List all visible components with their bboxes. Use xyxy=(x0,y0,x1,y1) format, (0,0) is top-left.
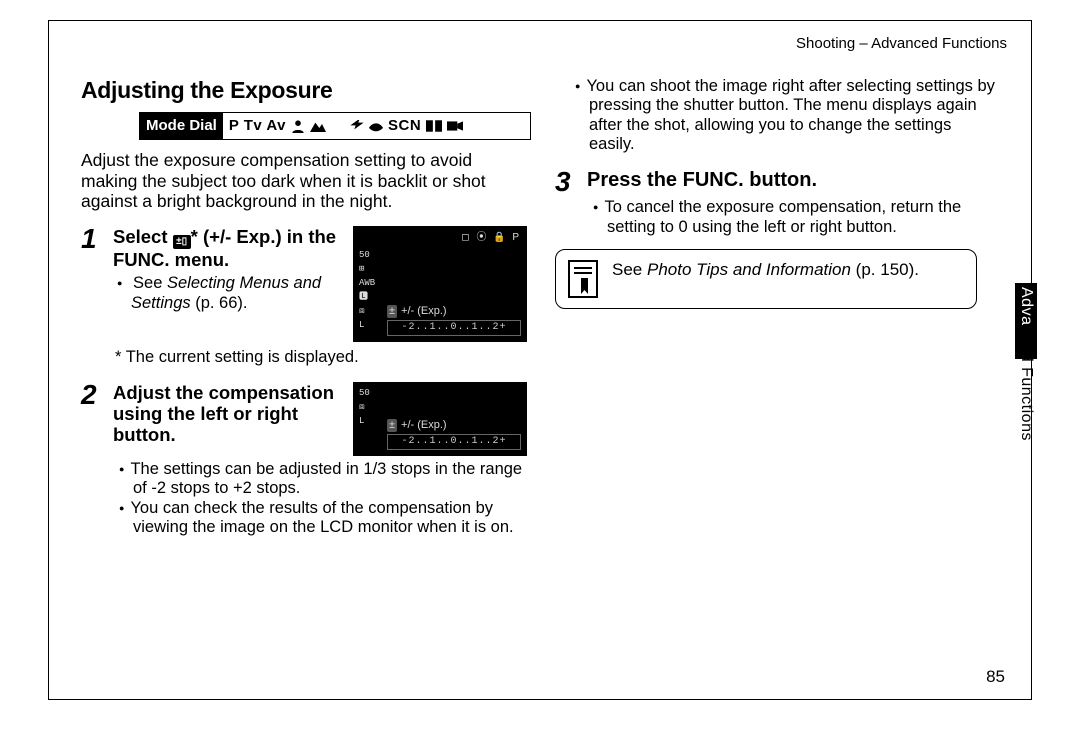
step-3-body: Press the FUNC. button. xyxy=(587,169,1001,194)
step-1-title: Select ±▯* (+/- Exp.) in the FUNC. menu. xyxy=(113,226,343,270)
step-1-footnote: * The current setting is displayed. xyxy=(115,348,527,368)
side-tab-text: Advanced Functions xyxy=(1017,287,1035,441)
step-3-bullet: To cancel the exposure compensation, ret… xyxy=(607,198,1001,237)
slow-shutter-icon xyxy=(369,120,383,132)
section-title: Adjusting the Exposure xyxy=(81,77,527,104)
step-3-bullets: To cancel the exposure compensation, ret… xyxy=(589,198,1001,237)
step-2-bullet-1: The settings can be adjusted in 1/3 stop… xyxy=(133,460,527,499)
lcd-exp-label: ±+/- (Exp.) xyxy=(387,305,447,318)
fast-shutter-icon xyxy=(350,120,364,132)
step-3: 3 Press the FUNC. button. xyxy=(555,169,1001,194)
page-header: Shooting – Advanced Functions xyxy=(796,35,1007,52)
step-1-body: Select ±▯* (+/- Exp.) in the FUNC. menu.… xyxy=(113,226,343,342)
stitch-assist-icon xyxy=(426,120,442,132)
mode-dial-label: Mode Dial xyxy=(140,113,223,139)
lcd-left-icons: 50 ⊞ AWB 🅻 ⧈ L xyxy=(359,248,375,332)
lcd-screenshot-2: 50 ⧈ L ±+/- (Exp.) -2..1..0..1..2+ xyxy=(353,382,527,456)
step-2-bullets: The settings can be adjusted in 1/3 stop… xyxy=(115,460,527,538)
memo-icon xyxy=(568,260,598,298)
col2-top-bullet: You can shoot the image right after sele… xyxy=(555,77,1001,155)
step-1-bullet: See Selecting Menus and Settings (p. 66)… xyxy=(131,274,343,313)
mode-text: P Tv Av xyxy=(229,117,286,135)
step-2: 2 Adjust the compensation using the left… xyxy=(81,382,527,456)
lcd-scale: -2..1..0..1..2+ xyxy=(387,320,521,336)
lcd-screenshot-1: ◻ ⦿ 🔒 P 50 ⊞ AWB 🅻 ⧈ L ±+/- (Exp.) -2..1… xyxy=(353,226,527,342)
lcd-exp-label-2: ±+/- (Exp.) xyxy=(387,419,447,432)
step-1: 1 Select ±▯* (+/- Exp.) in the FUNC. men… xyxy=(81,226,527,342)
intro-text: Adjust the exposure compensation setting… xyxy=(81,150,527,212)
movie-icon xyxy=(447,120,463,132)
mode-dial-modes: P Tv Av SCN xyxy=(223,117,469,135)
step-2-number: 2 xyxy=(81,382,103,456)
landscape-icon xyxy=(310,120,326,132)
column-right: You can shoot the image right after sele… xyxy=(555,77,1001,538)
step-2-bullet-2: You can check the results of the compens… xyxy=(133,499,527,538)
plus-minus-icon: ±▯ xyxy=(173,235,191,249)
portrait-icon xyxy=(291,119,305,133)
step-3-number: 3 xyxy=(555,169,577,194)
lcd-left-icons-2: 50 ⧈ L xyxy=(359,386,370,428)
side-tab: Advanced Functions xyxy=(1015,283,1037,491)
step-3-title: Press the FUNC. button. xyxy=(587,169,1001,192)
info-box: See Photo Tips and Information (p. 150). xyxy=(555,249,977,309)
step-2-title: Adjust the compensation using the left o… xyxy=(113,382,343,446)
step-1-number: 1 xyxy=(81,226,103,342)
lcd-top-icons: ◻ ⦿ 🔒 P xyxy=(461,232,521,244)
continued-bullet: You can shoot the image right after sele… xyxy=(589,77,1001,155)
column-left: Adjusting the Exposure Mode Dial P Tv Av… xyxy=(81,77,527,538)
page-number: 85 xyxy=(986,667,1005,687)
mode-dial-bar: Mode Dial P Tv Av SCN xyxy=(139,112,531,140)
info-box-text: See Photo Tips and Information (p. 150). xyxy=(612,260,919,280)
page-frame: Shooting – Advanced Functions Adjusting … xyxy=(48,20,1032,700)
step-1-bullets: See Selecting Menus and Settings (p. 66)… xyxy=(113,274,343,313)
two-column-layout: Adjusting the Exposure Mode Dial P Tv Av… xyxy=(81,77,1011,538)
step-2-body: Adjust the compensation using the left o… xyxy=(113,382,343,456)
lcd-scale-2: -2..1..0..1..2+ xyxy=(387,434,521,450)
scn-text: SCN xyxy=(388,117,421,135)
night-scene-icon xyxy=(331,119,345,133)
step-1-title-a: Select xyxy=(113,226,173,247)
